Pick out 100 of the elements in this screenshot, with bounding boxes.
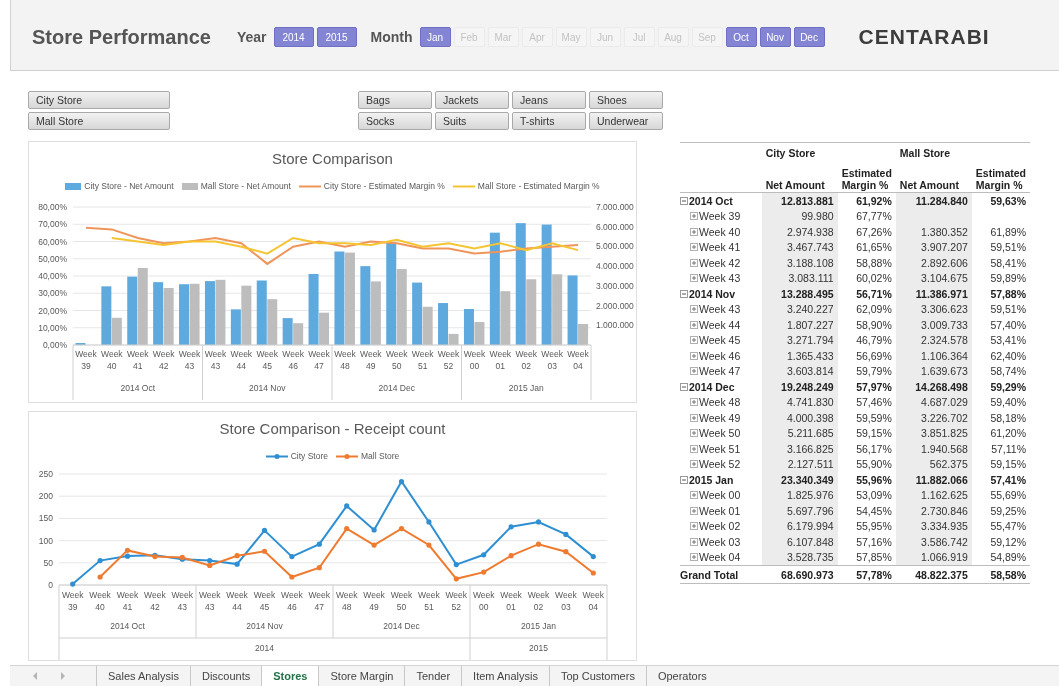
legend-label: Mall Store - Net Amount [200,181,291,191]
category-label: Week 39 [61,590,84,612]
table-cell: 57,78% [856,568,892,581]
axis-label: 2.000.000 [596,300,634,311]
category-label: Week 45 [256,349,279,371]
group-label: 2015 Jan [508,383,544,393]
table-cell: 4.000.398 [786,411,834,424]
row-label: Week 43 [699,303,741,316]
table-cell: 59,15% [856,427,892,440]
group-label: 2014 Dec [378,383,415,393]
category-label: Week 48 [335,590,358,612]
axis-label: 0,00% [42,340,67,350]
table-cell: 1.940.568 [921,442,968,455]
table-cell: 3.240.227 [786,303,834,316]
table-cell: 1.106.364 [921,349,968,362]
table-cell: 57,97% [856,380,892,393]
axis-label: 6.000.000 [596,221,634,232]
category-label: Week 46 [281,590,303,612]
table-cell: 3.009.733 [921,318,968,331]
table-cell: 67,26% [856,225,892,238]
table-cell: 58,41% [990,256,1026,269]
table-cell: 58,74% [990,365,1026,378]
category-label: Week 03 [555,590,577,612]
table-cell: 53,41% [990,334,1026,347]
table-cell: 59,15% [990,458,1026,471]
row-label: Week 41 [699,241,741,254]
table-cell: 55,90% [856,458,892,471]
legend-label: City Store - Net Amount [84,181,174,191]
table-cell: 62,40% [990,349,1026,362]
table-cell: 55,96% [856,473,892,486]
category-label: Week 41 [126,349,149,371]
row-label: Week 01 [699,504,741,517]
table-cell: 59,59% [856,411,892,424]
table-cell: 55,47% [990,520,1026,533]
table-cell: 3.334.935 [921,520,968,533]
category-label: Week 52 [445,590,468,612]
table-cell: 6.107.848 [786,535,834,548]
table-cell: 57,88% [990,287,1026,300]
axis-label: 50 [43,557,53,568]
axis-label: 3.000.000 [596,280,634,291]
table-cell: 59,63% [990,194,1026,207]
category-label: Week 48 [334,349,356,371]
category-label: Week 03 [541,349,563,371]
table-cell: 1.066.919 [921,551,968,564]
table-cell: 11.386.971 [915,287,968,300]
group-label: 2014 [255,643,274,653]
column-header: Estimated Margin % [837,160,896,193]
axis-label: 70,00% [38,219,67,230]
group-label: 2014 Nov [249,383,286,393]
axis-label: 30,00% [38,288,67,299]
category-label: Week 49 [363,590,385,612]
table-cell: 1.162.625 [921,489,968,502]
table-cell: 56,17% [856,442,892,455]
chart-title: Store Comparison - Receipt count [218,419,447,439]
table-cell: 2.974.938 [786,225,834,238]
row-label: Week 02 [699,520,741,533]
legend-label: City Store [290,451,329,461]
table-cell: 23.340.349 [781,473,834,486]
table-cell: 2.324.578 [921,334,968,347]
category-label: Week 40 [101,349,123,371]
table-cell: 4.687.029 [921,396,968,409]
table-cell: 59,29% [990,380,1026,393]
table-cell: 6.179.994 [786,520,834,533]
row-label: Week 50 [699,427,741,440]
category-label: Week 39 [75,349,97,371]
legend-label: Mall Store [361,451,400,461]
table-cell: 3.528.735 [786,551,834,564]
category-label: Week 47 [308,349,330,371]
table-cell: 3.271.794 [786,334,834,347]
table-cell: 59,12% [990,535,1026,548]
axis-label: 7.000.000 [596,202,634,212]
category-label: Week 01 [500,590,522,612]
category-label: Week 02 [527,590,550,612]
category-label: Week 49 [360,349,382,371]
axis-label: 4.000.000 [596,261,634,272]
category-label: Week 43 [198,590,221,612]
table-cell: 55,95% [856,520,892,533]
column-header: Net Amount [895,160,972,193]
table-cell: 1.807.227 [786,318,834,331]
category-label: Week 02 [515,349,538,371]
table-cell: 59,89% [990,272,1026,285]
table-cell: 12.813.881 [781,194,834,207]
group-label: 2015 Jan [521,621,556,631]
row-label: Week 39 [699,210,741,223]
table-cell: 58,58% [990,568,1026,581]
table-cell: 62,09% [856,303,892,316]
table-cell: 99.980 [801,210,834,223]
category-label: Week 43 [178,349,201,371]
table-cell: 3.586.742 [921,535,968,548]
table-cell: 61,89% [990,225,1026,238]
row-label: Week 51 [699,442,741,455]
row-label: Week 00 [699,489,741,502]
table-cell: 57,41% [990,473,1026,486]
axis-label: 5.000.000 [596,241,634,252]
table-cell: 562.375 [929,458,968,471]
group-label: 2014 Oct [110,621,145,631]
table-cell: 1.639.673 [921,365,968,378]
category-label: Week 01 [489,349,512,371]
row-label: Week 42 [699,256,741,269]
table-cell: 13.288.495 [781,287,834,300]
